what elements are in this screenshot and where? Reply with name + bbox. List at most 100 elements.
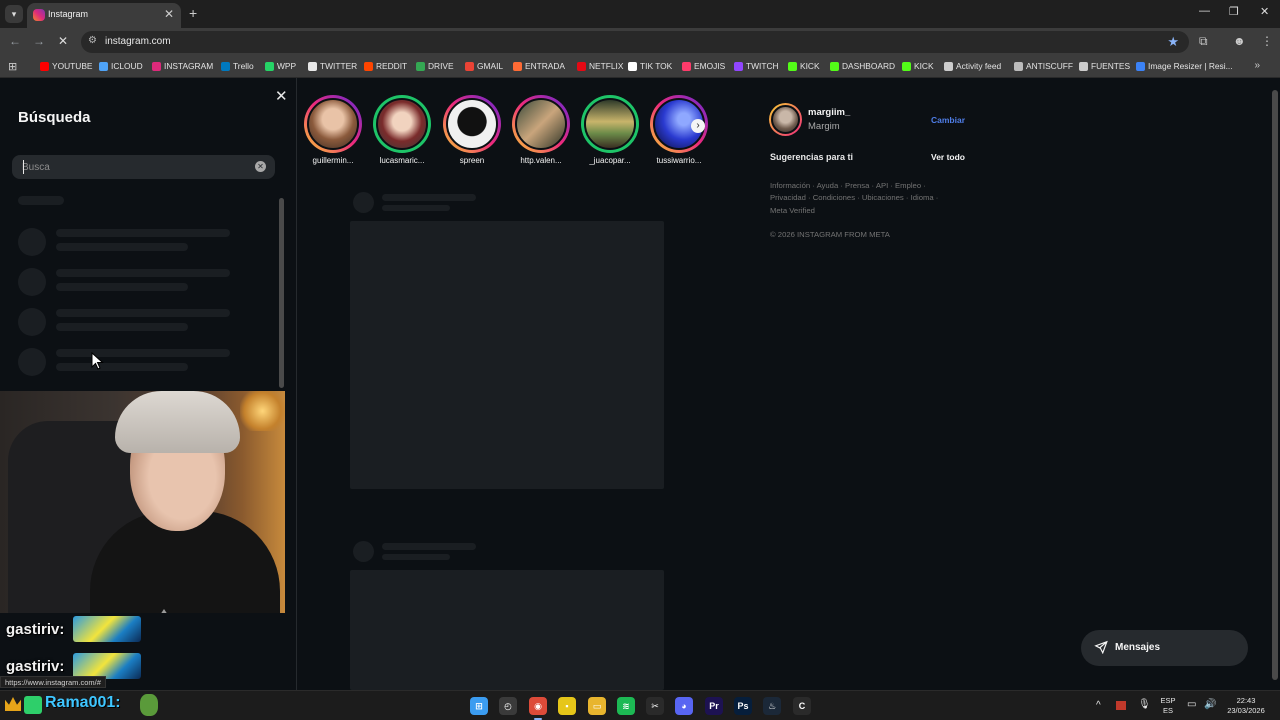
- extensions-puzzle-icon[interactable]: ⧉: [1199, 34, 1208, 49]
- current-username[interactable]: margiim_: [808, 107, 850, 118]
- bookmark-item[interactable]: GMAIL: [465, 61, 503, 71]
- story-ring[interactable]: [581, 95, 639, 153]
- bookmarks-more-icon[interactable]: »: [1254, 60, 1260, 71]
- bookmark-favicon-icon: [1136, 61, 1145, 71]
- bookmark-item[interactable]: DRIVE: [416, 61, 454, 71]
- forward-arrow-icon[interactable]: →: [33, 34, 45, 48]
- story-ring[interactable]: [304, 95, 362, 153]
- clear-search-icon[interactable]: ✕: [255, 161, 266, 172]
- story-avatar[interactable]: [376, 98, 428, 150]
- bookmark-label: WPP: [277, 61, 297, 71]
- close-search-icon[interactable]: ✕: [275, 87, 288, 105]
- footer-links[interactable]: Meta Verified: [770, 206, 815, 215]
- story-item[interactable]: guillermin...: [298, 95, 368, 170]
- switch-account-link[interactable]: Cambiar: [931, 115, 965, 125]
- see-all-link[interactable]: Ver todo: [931, 152, 965, 162]
- taskbar-photoshop-icon[interactable]: Ps: [734, 697, 752, 715]
- story-avatar[interactable]: [515, 98, 567, 150]
- browser-tab-bar: ▾ Instagram ✕ + — ❐ ✕: [0, 0, 1280, 28]
- story-item[interactable]: spreen: [437, 95, 507, 170]
- bookmark-item[interactable]: NETFLIX: [577, 61, 623, 71]
- taskbar-spotify-icon[interactable]: ≋: [617, 697, 635, 715]
- address-bar[interactable]: ⚙ instagram.com ★: [81, 31, 1189, 53]
- minimize-icon[interactable]: —: [1199, 5, 1210, 17]
- browser-menu-icon[interactable]: ⋮: [1261, 34, 1273, 48]
- taskbar-sticky-notes-icon[interactable]: ▪: [558, 697, 576, 715]
- story-avatar[interactable]: [307, 98, 359, 150]
- footer-links[interactable]: Información · Ayuda · Prensa · API · Emp…: [770, 181, 926, 190]
- messages-button[interactable]: Mensajes: [1081, 630, 1248, 666]
- messages-label: Mensajes: [1115, 642, 1161, 653]
- taskbar-premiere-icon[interactable]: Pr: [705, 697, 723, 715]
- language-indicator[interactable]: ESP: [1160, 696, 1176, 705]
- bookmark-item[interactable]: ICLOUD: [99, 61, 143, 71]
- bookmark-label: FUENTES: [1091, 61, 1131, 71]
- story-item[interactable]: http.valen...: [506, 95, 576, 170]
- tray-flag-icon[interactable]: [1116, 701, 1126, 710]
- bookmark-star-icon[interactable]: ★: [1167, 34, 1179, 50]
- tab-instagram[interactable]: Instagram ✕: [27, 3, 181, 28]
- scrollbar-thumb[interactable]: [1272, 90, 1278, 680]
- bookmark-item[interactable]: TWITCH: [734, 61, 779, 71]
- back-arrow-icon[interactable]: ←: [9, 34, 21, 48]
- story-avatar[interactable]: [584, 98, 636, 150]
- bookmark-item[interactable]: DASHBOARD: [830, 61, 895, 71]
- story-ring[interactable]: [512, 95, 570, 153]
- instagram-favicon-icon: [33, 9, 45, 21]
- bookmark-item[interactable]: ENTRADA: [513, 61, 565, 71]
- story-ring[interactable]: [443, 95, 501, 153]
- stop-loading-icon[interactable]: ✕: [58, 34, 68, 48]
- tray-overflow-icon[interactable]: ^: [1096, 700, 1101, 711]
- taskbar-windows-start-icon[interactable]: ⊞: [470, 697, 488, 715]
- bookmark-item[interactable]: INSTAGRAM: [152, 61, 213, 71]
- story-item[interactable]: _juacopar...: [575, 95, 645, 170]
- apps-grid-icon[interactable]: ⊞: [8, 60, 17, 73]
- microphone-icon[interactable]: 🎙: [1138, 699, 1151, 710]
- bookmark-item[interactable]: WPP: [265, 61, 296, 71]
- bookmark-item[interactable]: ANTISCUFF: [1014, 61, 1073, 71]
- story-item[interactable]: tussiwarrio...: [644, 95, 714, 170]
- bookmark-item[interactable]: TIK TOK: [628, 61, 672, 71]
- story-avatar[interactable]: [446, 98, 498, 150]
- bookmark-item[interactable]: Trello: [221, 61, 254, 71]
- window-close-icon[interactable]: ✕: [1260, 5, 1269, 18]
- bookmark-item[interactable]: YOUTUBE: [40, 61, 93, 71]
- stories-next-chevron-icon[interactable]: ›: [691, 119, 705, 133]
- network-icon[interactable]: ▭: [1187, 699, 1196, 710]
- new-tab-plus-icon[interactable]: +: [189, 5, 197, 21]
- search-box[interactable]: ✕: [12, 155, 275, 179]
- bookmark-item[interactable]: KICK: [902, 61, 934, 71]
- taskbar-app-1-icon[interactable]: ◴: [499, 697, 517, 715]
- page-scrollbar[interactable]: [1270, 78, 1280, 690]
- bookmark-item[interactable]: KICK: [788, 61, 820, 71]
- tab-search-chevron-icon[interactable]: ▾: [5, 5, 23, 23]
- bookmark-item[interactable]: REDDIT: [364, 61, 407, 71]
- language-indicator[interactable]: ES: [1160, 706, 1176, 715]
- taskbar-discord-icon[interactable]: ◕: [675, 697, 693, 715]
- profile-avatar-icon[interactable]: ☻: [1233, 34, 1246, 48]
- taskbar-file-explorer-icon[interactable]: ▭: [588, 697, 606, 715]
- story-ring[interactable]: [373, 95, 431, 153]
- bookmark-item[interactable]: EMOJIS: [682, 61, 725, 71]
- bookmark-item[interactable]: Activity feed: [944, 61, 1001, 71]
- url-text[interactable]: instagram.com: [105, 36, 171, 47]
- bookmark-item[interactable]: FUENTES: [1079, 61, 1130, 71]
- footer-links[interactable]: Privacidad · Condiciones · Ubicaciones ·…: [770, 193, 938, 202]
- clock-time[interactable]: 22:43: [1222, 696, 1270, 705]
- skeleton-line: [56, 309, 230, 317]
- current-user-avatar[interactable]: [769, 103, 802, 136]
- site-info-icon[interactable]: ⚙: [88, 35, 97, 46]
- taskbar-chrome-icon[interactable]: ◉: [529, 697, 547, 715]
- restore-icon[interactable]: ❐: [1229, 5, 1239, 18]
- scrollbar-thumb[interactable]: [279, 198, 284, 388]
- taskbar-app-capcut-icon[interactable]: ✂: [646, 697, 664, 715]
- taskbar-steam-icon[interactable]: ♨: [763, 697, 781, 715]
- taskbar-ccleaner-icon[interactable]: C: [793, 697, 811, 715]
- tab-close-icon[interactable]: ✕: [164, 7, 174, 21]
- volume-icon[interactable]: 🔊: [1204, 699, 1216, 710]
- story-item[interactable]: lucasmaric...: [367, 95, 437, 170]
- clock-date[interactable]: 23/03/2026: [1222, 706, 1270, 715]
- bookmark-item[interactable]: TWITTER: [308, 61, 357, 71]
- search-input[interactable]: [22, 159, 242, 175]
- bookmark-item[interactable]: Image Resizer | Resi...: [1136, 61, 1233, 71]
